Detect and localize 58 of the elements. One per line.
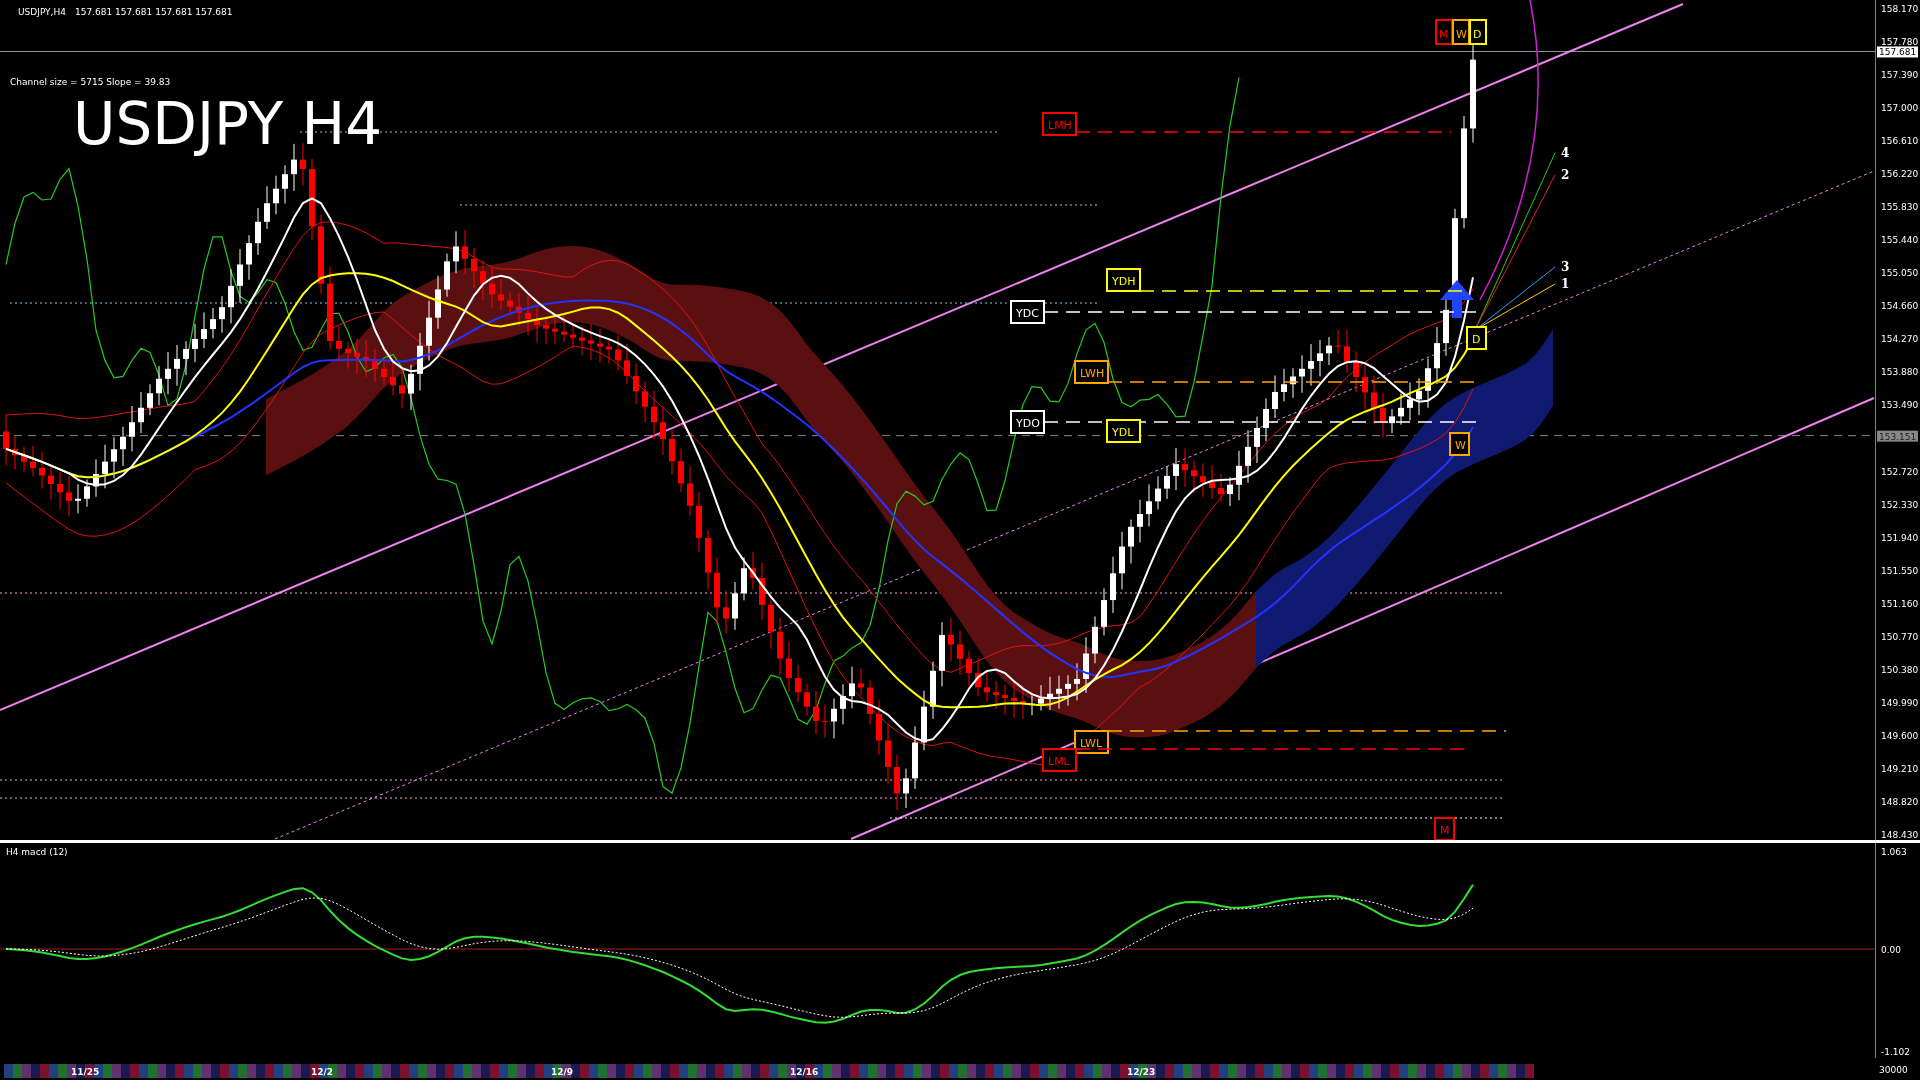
date-label: 12/23 — [1127, 1067, 1156, 1077]
macd-tick: 1.063 — [1881, 847, 1907, 857]
price-tick: 157.780 — [1881, 37, 1919, 48]
level-label: D — [1466, 326, 1487, 350]
price-tick: 150.380 — [1881, 664, 1919, 675]
date-label: 12/9 — [551, 1067, 574, 1077]
chart-title: USDJPY H4 — [73, 90, 383, 158]
level-label: YDC — [1010, 300, 1483, 324]
date-label: 12/2 — [311, 1067, 334, 1077]
price-tick: 158.170 — [1881, 4, 1919, 14]
price-tick: 156.610 — [1881, 136, 1919, 147]
period-box: M — [1435, 19, 1453, 45]
volume-scale: 30000 — [1879, 1065, 1908, 1075]
date-label: 12/16 — [790, 1067, 819, 1077]
price-tick: 151.550 — [1881, 565, 1919, 576]
price-tick: 148.820 — [1881, 796, 1919, 807]
price-tick: 152.720 — [1881, 466, 1919, 477]
channel-info: Channel size = 5715 Slope = 39.83 — [10, 77, 171, 87]
current-price-marker: 157.681 — [1877, 46, 1918, 58]
price-tick: 157.000 — [1881, 103, 1919, 114]
price-tick: 149.210 — [1881, 763, 1919, 774]
price-tick: 155.050 — [1881, 268, 1919, 279]
level-label: YDH — [1106, 268, 1471, 292]
symbol-label: USDJPY,H4 — [18, 7, 66, 17]
price-tick: 157.390 — [1881, 70, 1919, 81]
macd-tick: 0.00 — [1881, 945, 1902, 955]
price-tick: 149.990 — [1881, 697, 1919, 708]
price-tick: 154.270 — [1881, 334, 1919, 345]
price-tick: 151.940 — [1881, 532, 1919, 543]
up-arrow-icon — [1440, 280, 1474, 318]
fan-label: 3 — [1561, 260, 1570, 274]
fan-label: 4 — [1561, 146, 1570, 160]
fan-label: 2 — [1561, 168, 1570, 182]
price-tick: 156.220 — [1881, 169, 1919, 180]
price-tick: 148.430 — [1881, 830, 1919, 840]
indicator-title: H4 macd (12) — [6, 847, 68, 857]
price-tick: 153.490 — [1881, 400, 1919, 411]
level-label: YDL — [1106, 419, 1141, 443]
date-label: 11/25 — [71, 1067, 100, 1077]
level-label: W — [1449, 432, 1470, 456]
price-tick: 151.160 — [1881, 598, 1919, 609]
level-label: LML — [1042, 748, 1471, 772]
level-label: LWH — [1074, 360, 1481, 384]
fan-label: 1 — [1561, 277, 1570, 291]
price-tick: 150.770 — [1881, 631, 1919, 642]
period-box: W — [1452, 19, 1470, 45]
level-label: LWL — [1074, 730, 1507, 754]
level-label: M — [1434, 817, 1455, 840]
quote-values: 157.681 157.681 157.681 157.681 — [75, 7, 233, 17]
price-tick: 154.660 — [1881, 301, 1919, 312]
level-label: LMH — [1042, 112, 1452, 136]
price-tick: 149.600 — [1881, 730, 1919, 741]
macd-tick: -1.102 — [1881, 1047, 1910, 1057]
price-tick: 155.830 — [1881, 202, 1919, 213]
price-tick: 153.880 — [1881, 367, 1919, 378]
period-box: D — [1469, 19, 1487, 45]
price-tick: 155.440 — [1881, 235, 1919, 246]
price-tick: 152.330 — [1881, 499, 1919, 510]
